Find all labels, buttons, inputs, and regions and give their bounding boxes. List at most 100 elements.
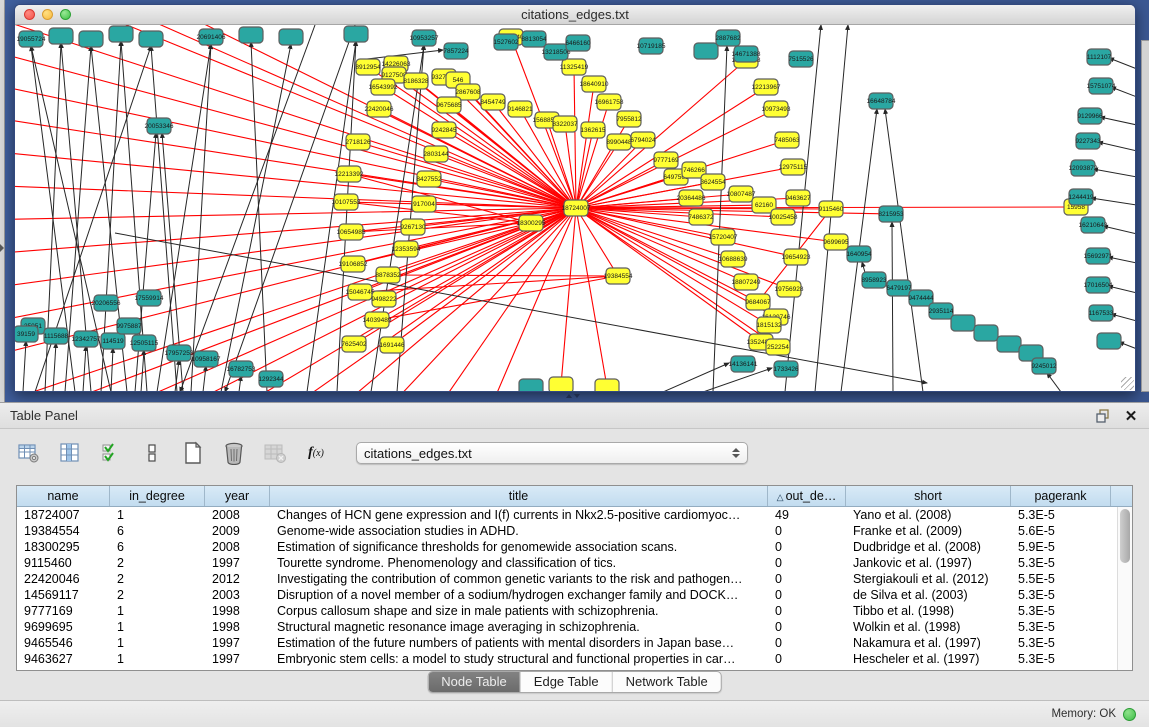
- graph-node[interactable]: 9498222: [371, 291, 397, 307]
- table-row[interactable]: 946362711997Embryonic stem cells: a mode…: [17, 651, 1117, 667]
- graph-edge[interactable]: [251, 42, 267, 391]
- graph-node[interactable]: 2887682: [715, 30, 741, 46]
- graph-edge[interactable]: [191, 44, 211, 391]
- graph-node[interactable]: 9975887: [116, 318, 142, 334]
- graph-node[interactable]: 1115688: [44, 328, 69, 344]
- graph-node[interactable]: 10973493: [762, 101, 791, 117]
- graph-node[interactable]: 8322037: [552, 116, 578, 132]
- graph-edge[interactable]: [892, 222, 893, 391]
- graph-node[interactable]: [974, 325, 998, 341]
- graph-node[interactable]: 19756928: [775, 281, 804, 297]
- graph-node[interactable]: 7486372: [688, 209, 714, 225]
- graph-node[interactable]: 7625402: [341, 336, 367, 352]
- graph-edge[interactable]: [135, 133, 156, 391]
- graph-node[interactable]: 9115460: [819, 201, 844, 217]
- graph-node[interactable]: 1691446: [379, 337, 405, 353]
- graph-node[interactable]: 12505115: [130, 335, 159, 351]
- new-table-button[interactable]: [180, 440, 206, 466]
- show-columns-button[interactable]: [57, 440, 83, 466]
- graph-edge[interactable]: [576, 130, 593, 208]
- graph-edge[interactable]: [15, 145, 576, 208]
- graph-node[interactable]: 10807487: [727, 186, 756, 202]
- table-row[interactable]: 1872400712008Changes of HCN gene express…: [17, 507, 1117, 523]
- graph-node[interactable]: 7857224: [443, 43, 469, 59]
- graph-node[interactable]: 10654985: [337, 224, 366, 240]
- network-canvas[interactable]: 1872400715723401422606389129549127508165…: [15, 25, 1135, 391]
- table-row[interactable]: 1830029562008Estimation of significance …: [17, 539, 1117, 555]
- window-resize-grip[interactable]: [1121, 377, 1134, 390]
- graph-edge[interactable]: [1111, 314, 1135, 321]
- graph-node[interactable]: 1362615: [580, 122, 606, 138]
- graph-edge[interactable]: [377, 276, 618, 320]
- graph-node[interactable]: 9777169: [653, 152, 679, 168]
- table-selector[interactable]: citations_edges.txt: [356, 442, 748, 464]
- delete-table-button[interactable]: [221, 440, 247, 466]
- graph-node[interactable]: 1292344: [258, 371, 284, 387]
- graph-node[interactable]: 11325419: [560, 59, 589, 75]
- graph-edge[interactable]: [15, 208, 576, 259]
- window-titlebar[interactable]: citations_edges.txt: [15, 5, 1135, 25]
- graph-node[interactable]: 12093872: [1069, 160, 1098, 176]
- graph-node[interactable]: [279, 29, 303, 45]
- zoom-window-button[interactable]: [60, 9, 71, 20]
- graph-edge[interactable]: [576, 208, 607, 387]
- function-builder-button[interactable]: f(x): [303, 440, 329, 466]
- graph-edge[interactable]: [576, 84, 594, 208]
- graph-node[interactable]: 10719185: [637, 38, 666, 54]
- graph-node[interactable]: 1112107: [1087, 49, 1112, 65]
- graph-node[interactable]: 7515526: [788, 51, 814, 67]
- graph-node[interactable]: 20364486: [677, 190, 706, 206]
- graph-node[interactable]: 8813054: [521, 31, 547, 47]
- graph-node[interactable]: 917004: [412, 196, 436, 212]
- table-row[interactable]: 1456911722003Disruption of a novel membe…: [17, 587, 1117, 603]
- graph-node[interactable]: 20053346: [145, 118, 174, 134]
- graph-node[interactable]: 2718126: [345, 134, 371, 150]
- graph-node[interactable]: 10958167: [192, 351, 221, 367]
- graph-node[interactable]: 9129966: [1077, 108, 1103, 124]
- graph-node[interactable]: 12353594: [392, 241, 421, 257]
- graph-node[interactable]: 16648784: [867, 93, 896, 109]
- graph-node[interactable]: 2803144: [423, 146, 449, 162]
- graph-node[interactable]: 8990448: [606, 134, 632, 150]
- graph-node[interactable]: 9146821: [507, 101, 533, 117]
- row-options-button[interactable]: [139, 440, 165, 466]
- table-row[interactable]: 977716911998Corpus callosum shape and si…: [17, 603, 1117, 619]
- graph-node[interactable]: 8427552: [416, 171, 442, 187]
- column-header-out_de[interactable]: △out_de…: [768, 486, 846, 506]
- float-panel-button[interactable]: [1095, 408, 1111, 424]
- graph-node[interactable]: 19055724: [17, 31, 46, 47]
- tab-edge-table[interactable]: Edge Table: [520, 672, 612, 692]
- tab-node-table[interactable]: Node Table: [428, 672, 520, 692]
- splitter-handle[interactable]: [566, 394, 580, 401]
- graph-node[interactable]: 14039489: [363, 312, 392, 328]
- select-columns-button[interactable]: [98, 440, 124, 466]
- table-row[interactable]: 1938455462009Genome-wide association stu…: [17, 523, 1117, 539]
- graph-node[interactable]: 1640954: [846, 246, 872, 262]
- graph-node[interactable]: 8454749: [480, 94, 506, 110]
- graph-node[interactable]: 19106852: [339, 256, 368, 272]
- minimize-window-button[interactable]: [42, 9, 53, 20]
- graph-node[interactable]: 10025458: [769, 209, 798, 225]
- graph-node[interactable]: 10688639: [719, 251, 748, 267]
- graph-node[interactable]: [109, 26, 133, 42]
- close-window-button[interactable]: [24, 9, 35, 20]
- graph-node[interactable]: 18640910: [580, 76, 609, 92]
- graph-node[interactable]: 1733426: [773, 361, 799, 377]
- graph-node[interactable]: 1815132: [756, 317, 782, 333]
- tab-network-table[interactable]: Network Table: [612, 672, 721, 692]
- graph-node[interactable]: [519, 379, 543, 391]
- graph-node[interactable]: 9463627: [785, 190, 811, 206]
- graph-edge[interactable]: [15, 70, 576, 208]
- graph-node[interactable]: 9675685: [436, 97, 462, 113]
- graph-node[interactable]: 6794024: [630, 132, 656, 148]
- graph-node[interactable]: 17559914: [135, 290, 164, 306]
- network-graph[interactable]: 1872400715723401422606389129549127508165…: [15, 25, 1135, 391]
- graph-node[interactable]: 22420046: [365, 101, 394, 117]
- graph-node[interactable]: [49, 28, 73, 44]
- graph-node[interactable]: 8878352: [375, 267, 401, 283]
- graph-edge[interactable]: [885, 109, 923, 391]
- graph-node[interactable]: 20206556: [92, 295, 121, 311]
- column-header-year[interactable]: year: [205, 486, 270, 506]
- graph-node[interactable]: [951, 315, 975, 331]
- graph-node[interactable]: 8215953: [878, 206, 904, 222]
